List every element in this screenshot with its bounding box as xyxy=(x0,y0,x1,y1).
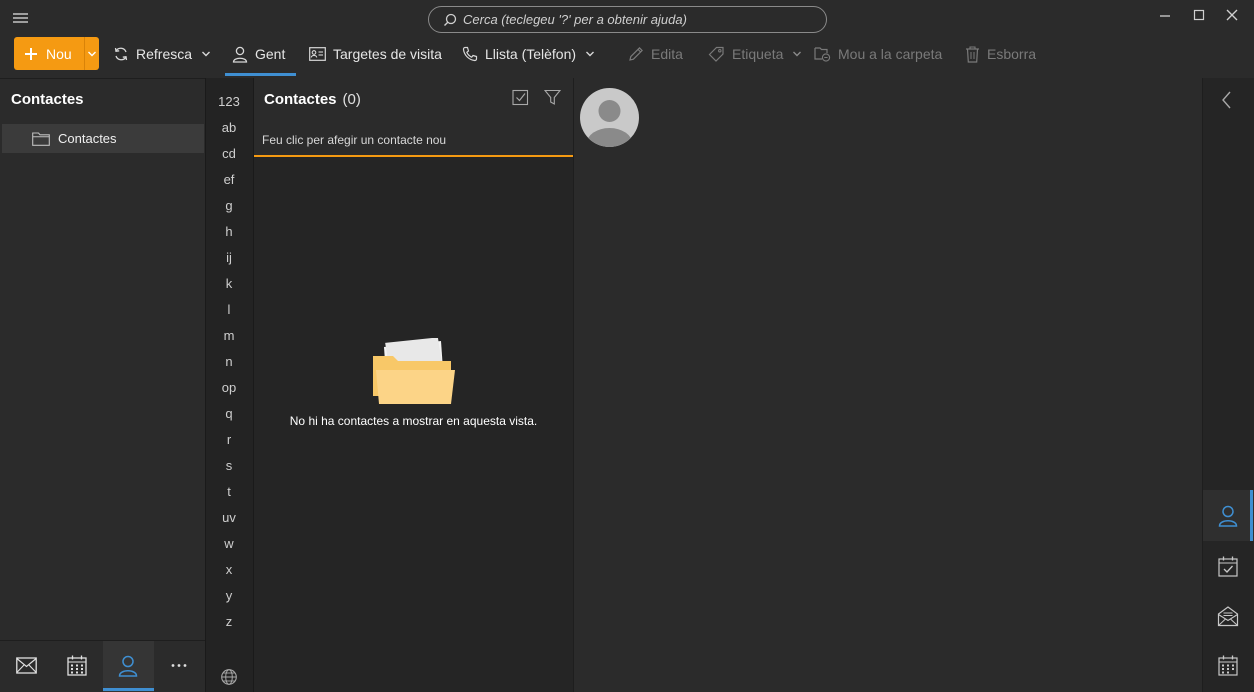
people-view-button[interactable]: Gent xyxy=(232,36,285,72)
collapse-left-icon[interactable] xyxy=(1219,90,1235,110)
add-contact-row[interactable]: Feu clic per afegir un contacte nou xyxy=(254,118,573,157)
list-phone-label: Llista (Telèfon) xyxy=(485,46,577,62)
chevron-down-icon[interactable] xyxy=(792,50,802,58)
edit-label: Edita xyxy=(651,46,683,62)
alphabet-index-letter[interactable]: k xyxy=(205,276,253,291)
right-side-rail xyxy=(1202,78,1254,692)
people-view-label: Gent xyxy=(255,46,286,62)
delete-label: Esborra xyxy=(987,46,1037,62)
alphabet-index-letter[interactable]: z xyxy=(205,614,253,629)
folder-item-contacts[interactable]: Contactes xyxy=(2,124,204,153)
filter-icon[interactable] xyxy=(544,89,561,106)
refresh-button[interactable]: Refresca xyxy=(113,36,211,72)
person-icon[interactable] xyxy=(118,655,138,677)
contact-detail-pane xyxy=(573,78,1202,692)
folder-item-label: Contactes xyxy=(58,131,117,146)
minimize-icon[interactable] xyxy=(1154,6,1176,26)
person-icon xyxy=(232,46,248,63)
alphabet-index-letter[interactable]: s xyxy=(205,458,253,473)
alphabet-index-letter[interactable]: op xyxy=(205,380,253,395)
alphabet-index-letter[interactable]: m xyxy=(205,328,253,343)
add-contact-placeholder: Feu clic per afegir un contacte nou xyxy=(262,132,447,147)
chevron-down-icon[interactable] xyxy=(201,50,211,58)
alphabet-index-letter[interactable]: y xyxy=(205,588,253,603)
alphabet-index-letter[interactable]: t xyxy=(205,484,253,499)
nav-active-indicator xyxy=(103,688,154,691)
rail-active-indicator xyxy=(1250,490,1253,541)
alphabet-index-letter[interactable]: g xyxy=(205,198,253,213)
plus-icon xyxy=(24,47,38,61)
new-dropdown-button[interactable] xyxy=(84,37,99,70)
active-view-indicator xyxy=(225,73,296,76)
alphabet-index-letter[interactable]: r xyxy=(205,432,253,447)
alphabet-index-letter[interactable]: h xyxy=(205,224,253,239)
folder-pane xyxy=(0,78,205,640)
calendar-icon[interactable] xyxy=(67,655,87,676)
task-icon[interactable] xyxy=(1218,556,1238,577)
edit-button[interactable]: Edita xyxy=(628,36,683,72)
alphabet-index-letter[interactable]: uv xyxy=(205,510,253,525)
trash-icon xyxy=(965,45,980,63)
new-button-label: Nou xyxy=(46,45,72,62)
alphabet-index-letter[interactable]: n xyxy=(205,354,253,369)
empty-state-message: No hi ha contactes a mostrar en aquesta … xyxy=(289,414,538,428)
search-input[interactable]: Cerca (teclegeu '?' per a obtenir ajuda) xyxy=(428,6,827,33)
empty-folder-illustration xyxy=(371,338,457,406)
list-phone-view-button[interactable]: Llista (Telèfon) xyxy=(462,36,595,72)
move-to-folder-button[interactable]: Mou a la carpeta xyxy=(814,36,942,72)
pencil-icon xyxy=(628,46,644,62)
close-icon[interactable] xyxy=(1221,6,1243,26)
folder-icon xyxy=(32,131,50,146)
alphabet-index-letter[interactable]: ef xyxy=(205,172,253,187)
tag-button[interactable]: Etiqueta xyxy=(708,36,802,72)
alphabet-index-letter[interactable]: x xyxy=(205,562,253,577)
avatar-placeholder xyxy=(580,88,639,147)
maximize-icon[interactable] xyxy=(1188,6,1210,26)
folder-pane-title: Contactes xyxy=(11,91,84,108)
business-cards-view-button[interactable]: Targetes de visita xyxy=(309,36,442,72)
contact-list-title: Contactes xyxy=(264,91,337,108)
search-placeholder: Cerca (teclegeu '?' per a obtenir ajuda) xyxy=(463,12,687,27)
more-icon[interactable] xyxy=(170,663,188,668)
hamburger-icon[interactable] xyxy=(10,9,32,27)
new-button[interactable]: Nou xyxy=(14,37,84,70)
alphabet-index-letter[interactable]: cd xyxy=(205,146,253,161)
business-cards-label: Targetes de visita xyxy=(333,46,442,62)
alphabet-index-letter[interactable]: q xyxy=(205,406,253,421)
move-folder-icon xyxy=(814,46,831,62)
alphabet-index-letter[interactable]: ij xyxy=(205,250,253,265)
chevron-down-icon[interactable] xyxy=(585,50,595,58)
contact-count: (0) xyxy=(342,91,361,108)
person-icon[interactable] xyxy=(1218,505,1238,527)
alphabet-index-letter[interactable]: w xyxy=(205,536,253,551)
alphabet-index-letter[interactable]: 123 xyxy=(205,94,253,109)
alphabet-index-letter[interactable]: ab xyxy=(205,120,253,135)
refresh-label: Refresca xyxy=(136,46,193,62)
delete-button[interactable]: Esborra xyxy=(965,36,1036,72)
envelope-open-icon[interactable] xyxy=(1217,605,1239,627)
calendar-icon[interactable] xyxy=(1218,655,1238,676)
tag-label: Etiqueta xyxy=(732,46,784,62)
tag-icon xyxy=(708,46,725,62)
mail-icon[interactable] xyxy=(16,657,37,674)
alphabet-index-letter[interactable]: l xyxy=(205,302,253,317)
globe-icon[interactable] xyxy=(220,668,238,686)
phone-icon xyxy=(462,46,478,62)
chevron-down-icon xyxy=(87,50,97,58)
business-card-icon xyxy=(309,47,326,61)
contact-list-heading: Contactes (0) xyxy=(264,91,361,108)
refresh-icon xyxy=(113,46,129,62)
search-icon xyxy=(443,13,457,27)
check-square-icon[interactable] xyxy=(512,89,530,106)
move-to-folder-label: Mou a la carpeta xyxy=(838,46,943,62)
